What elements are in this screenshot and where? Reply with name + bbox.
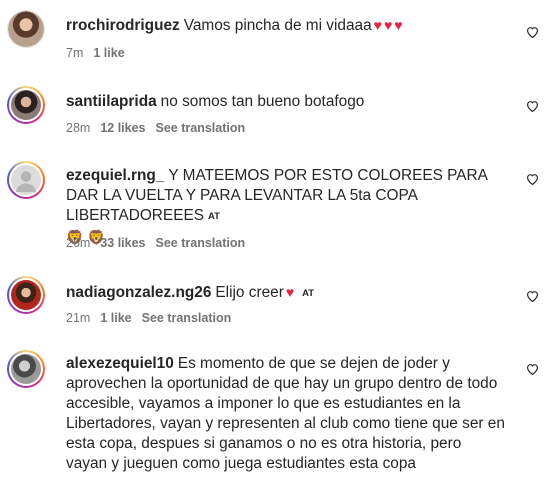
red-heart-icon: ♥ xyxy=(394,17,403,33)
see-translation-link[interactable]: See translation xyxy=(156,236,246,250)
at-badge: AT xyxy=(302,288,315,299)
comment-username[interactable]: santiilaprida xyxy=(66,93,157,110)
comment-likes[interactable]: 1 like xyxy=(100,311,131,325)
comment-likes[interactable]: 33 likes xyxy=(100,236,145,250)
comment-username[interactable]: nadiagonzalez.ng26 xyxy=(66,284,211,301)
comment-body: rrochirodriguez Vamos pincha de mi vidaaa… xyxy=(66,15,516,36)
default-avatar-icon xyxy=(11,165,41,195)
comment-likes[interactable]: 1 like xyxy=(93,46,124,60)
see-translation-link[interactable]: See translation xyxy=(156,121,246,135)
red-heart-icon: ♥ xyxy=(285,284,295,300)
red-heart-icon: ♥ xyxy=(373,17,382,33)
heart-outline-icon[interactable] xyxy=(524,288,540,304)
see-translation-link[interactable]: See translation xyxy=(142,311,232,325)
heart-outline-icon[interactable] xyxy=(524,98,540,114)
comment-username[interactable]: rrochirodriguez xyxy=(66,17,180,34)
heart-outline-icon[interactable] xyxy=(524,24,540,40)
comment-meta: 7m 1 like xyxy=(66,46,135,60)
avatar[interactable] xyxy=(7,350,45,388)
comment-text: no somos tan bueno botafogo xyxy=(160,93,365,110)
heart-outline-icon[interactable] xyxy=(524,171,540,187)
comment-likes[interactable]: 12 likes xyxy=(100,121,145,135)
comment-meta: 21m 1 like See translation xyxy=(66,311,241,325)
comment-body: alexezequiel10 Es momento de que se dejen… xyxy=(66,354,506,474)
avatar[interactable] xyxy=(7,161,45,199)
comment-username[interactable]: ezequiel.rng_ xyxy=(66,167,164,184)
comment-time: 26m xyxy=(66,236,91,250)
comment-body: nadiagonzalez.ng26 Elijo creer ♥ AT xyxy=(66,282,516,304)
comment-text: Elijo creer xyxy=(215,284,284,301)
avatar[interactable] xyxy=(7,10,45,48)
comment-text: Es momento de que se dejen de joder y ap… xyxy=(66,355,505,472)
comment-username[interactable]: alexezequiel10 xyxy=(66,355,174,372)
at-badge: AT xyxy=(208,211,220,222)
heart-outline-icon[interactable] xyxy=(524,361,540,377)
comment-body: santiilaprida no somos tan bueno botafogo xyxy=(66,92,516,112)
comment-time: 28m xyxy=(66,121,91,135)
avatar[interactable] xyxy=(7,276,45,314)
avatar[interactable] xyxy=(7,86,45,124)
comment-meta: 28m 12 likes See translation xyxy=(66,121,255,135)
comment-time: 21m xyxy=(66,311,91,325)
red-heart-icon: ♥ xyxy=(383,17,393,33)
comment-meta: 26m 33 likes See translation xyxy=(66,236,255,250)
comment-text: Vamos pincha de mi vidaaa xyxy=(183,17,372,34)
comment-time: 7m xyxy=(66,46,84,60)
